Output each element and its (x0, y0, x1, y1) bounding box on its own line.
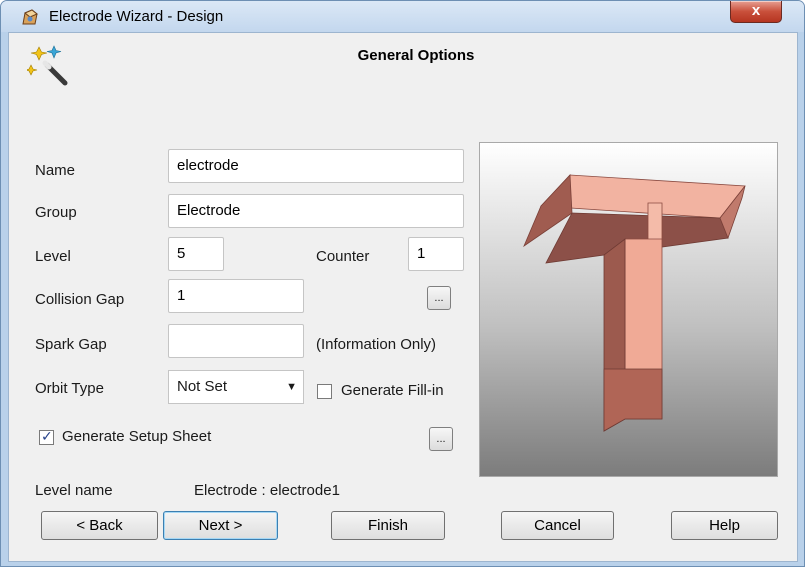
spark-gap-input[interactable] (168, 324, 304, 358)
window-title: Electrode Wizard - Design (49, 8, 224, 25)
collision-gap-label: Collision Gap (35, 291, 125, 308)
electrode-3d-model (523, 174, 746, 432)
electrode-stem-base (603, 368, 663, 432)
counter-label: Counter (316, 248, 370, 265)
generate-fill-in-label: Generate Fill-in (341, 382, 444, 399)
level-name-value: Electrode : electrode1 (194, 482, 340, 499)
level-label: Level (35, 248, 71, 265)
collision-gap-input[interactable]: 1 (168, 279, 304, 313)
page-heading: General Options (357, 47, 475, 64)
close-button[interactable]: x (730, 1, 782, 23)
orbit-type-dropdown[interactable]: Not Set ▼ (168, 370, 304, 404)
group-label: Group (35, 204, 77, 221)
orbit-type-label: Orbit Type (35, 380, 104, 397)
dialog-window: Electrode Wizard - Design x General Opti… (0, 0, 805, 567)
electrode-preview-viewport[interactable] (479, 142, 778, 477)
next-button[interactable]: Next > (163, 511, 278, 540)
generate-setup-sheet-label: Generate Setup Sheet (62, 428, 212, 445)
electrode-stem-top (647, 202, 663, 244)
setup-sheet-options-button[interactable]: ... (429, 427, 453, 451)
generate-setup-sheet-checkbox[interactable] (39, 428, 54, 445)
generate-fill-in-checkbox[interactable] (317, 384, 332, 399)
counter-input[interactable]: 1 (408, 237, 464, 271)
orbit-type-selected-value: Not Set (177, 378, 228, 395)
name-input[interactable]: electrode (168, 149, 464, 183)
name-label: Name (35, 162, 76, 179)
collision-gap-options-button[interactable]: ... (427, 286, 451, 310)
finish-button[interactable]: Finish (331, 511, 445, 540)
level-input[interactable]: 5 (168, 237, 224, 271)
electrode-wizard-app-icon (22, 9, 38, 25)
back-button[interactable]: < Back (41, 511, 158, 540)
dropdown-arrow-icon: ▼ (286, 381, 297, 393)
spark-gap-note: (Information Only) (316, 336, 437, 353)
spark-gap-label: Spark Gap (35, 336, 107, 353)
cancel-button[interactable]: Cancel (501, 511, 614, 540)
help-button[interactable]: Help (671, 511, 778, 540)
level-name-label: Level name (35, 482, 113, 499)
title-bar[interactable]: Electrode Wizard - Design x (1, 1, 804, 32)
group-input[interactable]: Electrode (168, 194, 464, 228)
